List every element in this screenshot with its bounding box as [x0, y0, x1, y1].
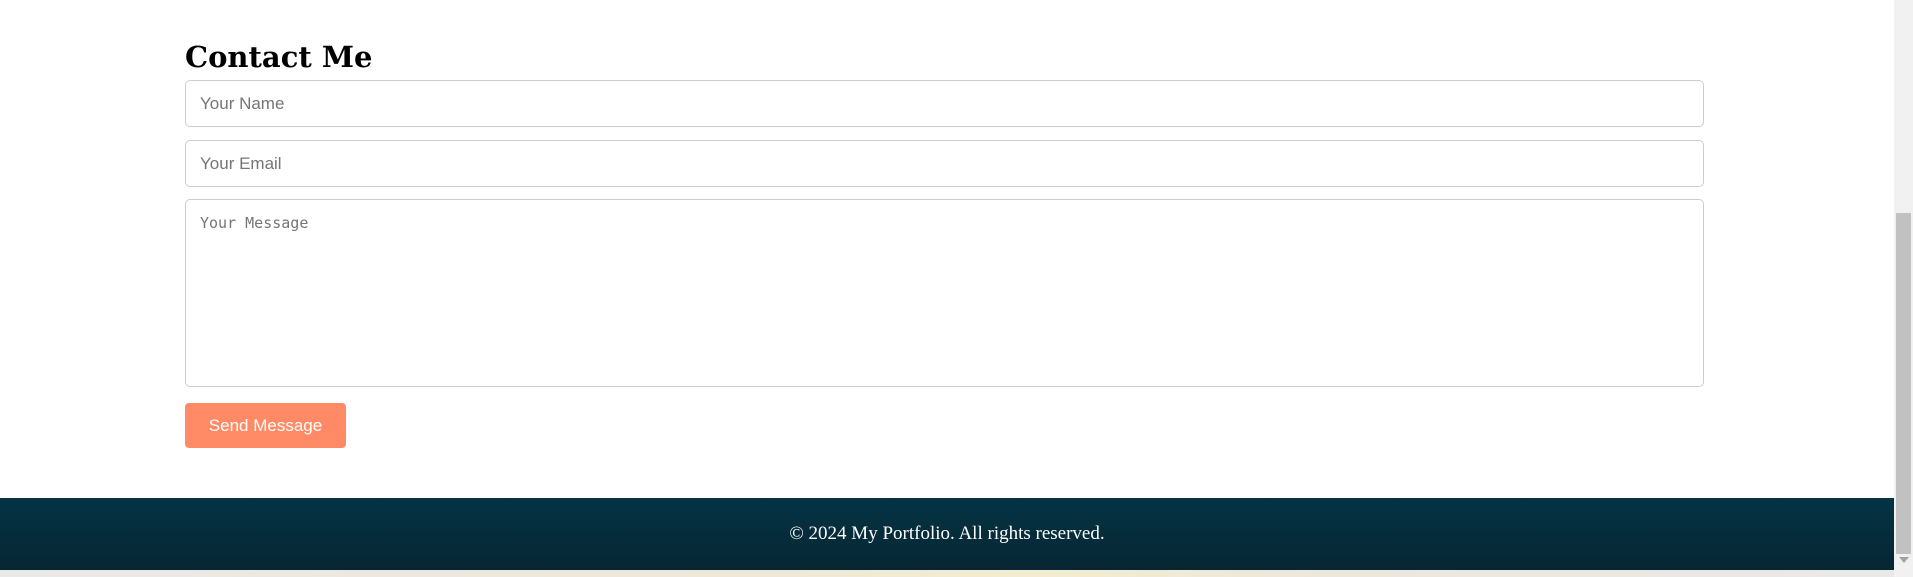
email-input[interactable]	[185, 140, 1704, 187]
vertical-scrollbar[interactable]	[1894, 0, 1913, 577]
footer-copyright: © 2024 My Portfolio. All rights reserved…	[789, 523, 1105, 544]
footer: © 2024 My Portfolio. All rights reserved…	[0, 498, 1894, 570]
chevron-down-icon[interactable]	[1899, 557, 1909, 563]
scrollbar-thumb[interactable]	[1896, 213, 1911, 554]
contact-title: Contact Me	[185, 40, 373, 74]
name-input[interactable]	[185, 80, 1704, 127]
contact-section: Contact Me Send Message	[0, 0, 1894, 498]
background-strip	[0, 570, 1894, 577]
send-message-button[interactable]: Send Message	[185, 403, 346, 448]
page: Contact Me Send Message © 2024 My Portfo…	[0, 0, 1913, 577]
message-textarea[interactable]	[185, 199, 1704, 387]
